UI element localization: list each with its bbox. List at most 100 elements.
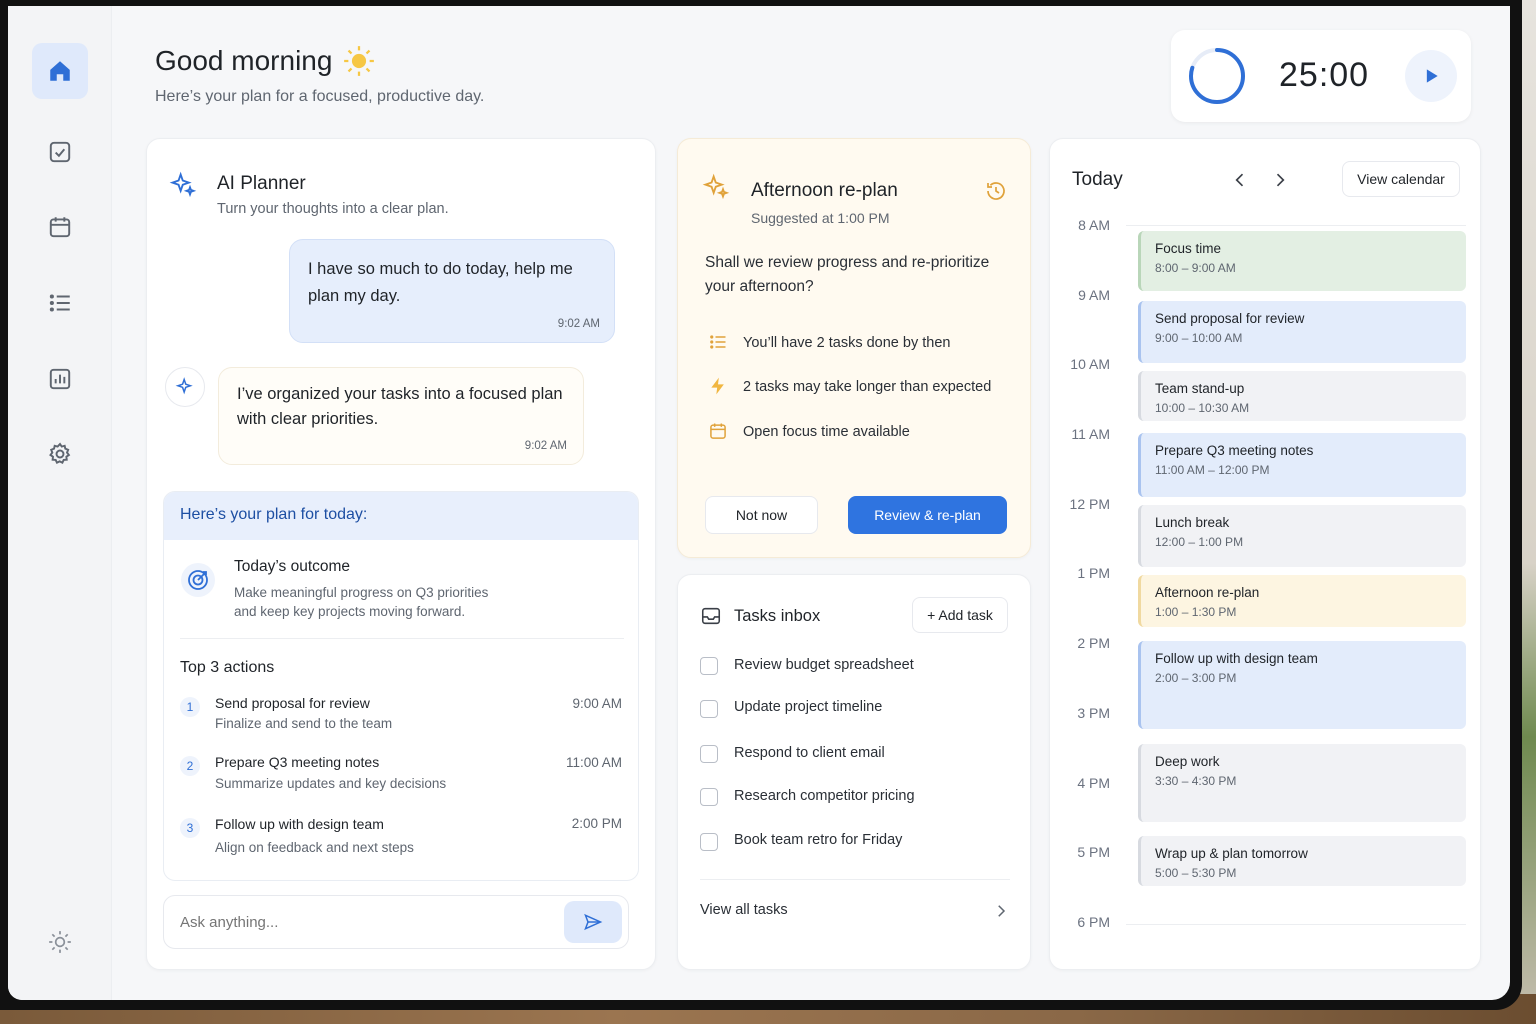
action-desc: Finalize and send to the team (215, 716, 393, 731)
task-label[interactable]: Respond to client email (734, 745, 885, 761)
hour-label: 4 PM (1077, 775, 1110, 791)
task-checkbox[interactable] (700, 657, 718, 675)
calendar-event[interactable]: Team stand-up 10:00 – 10:30 AM (1138, 371, 1466, 421)
action-desc: Align on feedback and next steps (215, 840, 414, 855)
insight-text: You’ll have 2 tasks done by then (743, 335, 951, 351)
chevron-left-icon[interactable] (1230, 170, 1250, 190)
user-message-time: 9:02 AM (557, 318, 600, 330)
action-number: 3 (180, 818, 200, 838)
hour-label: 6 PM (1077, 914, 1110, 930)
add-task-button[interactable]: + Add task (912, 597, 1008, 633)
event-name: Afternoon re-plan (1155, 585, 1260, 600)
task-label[interactable]: Update project timeline (734, 699, 882, 715)
action-time: 2:00 PM (571, 816, 622, 831)
calendar-event[interactable]: Focus time 8:00 – 9:00 AM (1138, 231, 1466, 291)
event-name: Lunch break (1155, 515, 1230, 530)
task-checkbox[interactable] (700, 745, 718, 763)
ai-message-text: I’ve organized your tasks into a focused… (237, 385, 563, 428)
action-title: Prepare Q3 meeting notes (215, 754, 380, 770)
target-icon (181, 563, 215, 597)
insight-text: 2 tasks may take longer than expected (743, 379, 992, 395)
sun-icon (344, 46, 375, 76)
history-icon[interactable] (984, 179, 1008, 203)
nav-lists[interactable] (32, 275, 88, 331)
gear-icon (49, 442, 71, 464)
greeting: Good morning (155, 44, 376, 78)
nav-analytics[interactable] (32, 351, 88, 407)
page-subtitle: Here’s your plan for a focused, producti… (155, 88, 485, 105)
focus-timer: 25:00 (1171, 30, 1471, 122)
timer-play-button[interactable] (1405, 50, 1457, 102)
chevron-right-icon[interactable] (1270, 170, 1290, 190)
action-number: 2 (180, 756, 200, 776)
sidebar (8, 6, 112, 1000)
user-message: I have so much to do today, help me plan… (289, 239, 615, 343)
nav-tasks[interactable] (32, 124, 88, 180)
calendar-event[interactable]: Deep work 3:30 – 4:30 PM (1138, 744, 1466, 822)
event-time: 5:00 – 5:30 PM (1155, 866, 1237, 880)
calendar-event[interactable]: Send proposal for review 9:00 – 10:00 AM (1138, 301, 1466, 363)
checkbox-icon (49, 141, 71, 163)
event-time: 9:00 – 10:00 AM (1155, 331, 1243, 345)
task-label[interactable]: Review budget spreadsheet (734, 657, 914, 673)
hour-label: 11 AM (1071, 426, 1110, 442)
ai-planner-subtitle: Turn your thoughts into a clear plan. (217, 201, 449, 217)
hour-label: 12 PM (1069, 496, 1110, 512)
event-name: Follow up with design team (1155, 651, 1318, 666)
calendar-event[interactable]: Prepare Q3 meeting notes 11:00 AM – 12:0… (1138, 433, 1466, 497)
event-name: Deep work (1155, 754, 1220, 769)
task-label[interactable]: Research competitor pricing (734, 788, 915, 804)
action-title: Send proposal for review (215, 695, 370, 711)
event-name: Focus time (1155, 241, 1222, 256)
event-time: 10:00 – 10:30 AM (1155, 401, 1250, 415)
timer-time: 25:00 (1279, 56, 1370, 94)
task-checkbox[interactable] (700, 700, 718, 718)
sun-icon (49, 931, 71, 953)
ai-avatar (165, 367, 205, 407)
task-label[interactable]: Book team retro for Friday (734, 832, 902, 848)
task-checkbox[interactable] (700, 788, 718, 806)
hour-label: 8 AM (1078, 217, 1110, 233)
nav-home[interactable] (32, 43, 88, 99)
sparkle-icon (169, 171, 197, 198)
ask-input[interactable] (180, 910, 540, 934)
divider (180, 638, 624, 639)
divider (700, 879, 1010, 880)
ai-planner-title: AI Planner (217, 173, 306, 194)
calendar-event[interactable]: Follow up with design team 2:00 – 3:00 P… (1138, 641, 1466, 729)
nav-settings[interactable] (32, 426, 88, 482)
view-all-tasks-link[interactable]: View all tasks (700, 897, 1010, 925)
hour-label: 5 PM (1077, 844, 1110, 860)
calendar-event[interactable]: Afternoon re-plan 1:00 – 1:30 PM (1138, 575, 1466, 627)
view-all-label: View all tasks (700, 902, 788, 918)
today-calendar-card: Today View calendar 8 AM 9 AM 10 AM 11 A… (1049, 138, 1481, 970)
action-time: 11:00 AM (565, 755, 622, 770)
hour-label: 1 PM (1077, 565, 1110, 581)
send-button[interactable] (564, 901, 622, 943)
lightning-icon (711, 377, 724, 395)
greeting-text: Good morning (155, 45, 333, 76)
insight-text: Open focus time available (743, 424, 910, 440)
event-time: 3:30 – 4:30 PM (1155, 774, 1237, 788)
home-icon (50, 61, 70, 81)
hour-label: 3 PM (1077, 705, 1110, 721)
view-calendar-button[interactable]: View calendar (1342, 161, 1460, 197)
calendar-icon (710, 423, 726, 439)
nav-calendar[interactable] (32, 199, 88, 255)
calendar-icon (49, 217, 71, 238)
theme-toggle[interactable] (32, 914, 88, 970)
today-title: Today (1072, 169, 1123, 190)
task-checkbox[interactable] (700, 833, 718, 851)
list-icon (710, 335, 726, 349)
outcome-title: Today’s outcome (234, 558, 351, 575)
review-replan-button[interactable]: Review & re-plan (848, 496, 1007, 534)
send-icon (584, 913, 603, 931)
calendar-event[interactable]: Wrap up & plan tomorrow 5:00 – 5:30 PM (1138, 836, 1466, 886)
user-message-text: I have so much to do today, help me plan… (308, 260, 573, 305)
calendar-event[interactable]: Lunch break 12:00 – 1:00 PM (1138, 505, 1466, 567)
event-time: 11:00 AM – 12:00 PM (1155, 463, 1270, 477)
event-name: Team stand-up (1155, 381, 1245, 396)
event-time: 8:00 – 9:00 AM (1155, 261, 1236, 275)
not-now-button[interactable]: Not now (705, 496, 818, 534)
event-time: 2:00 – 3:00 PM (1155, 671, 1237, 685)
